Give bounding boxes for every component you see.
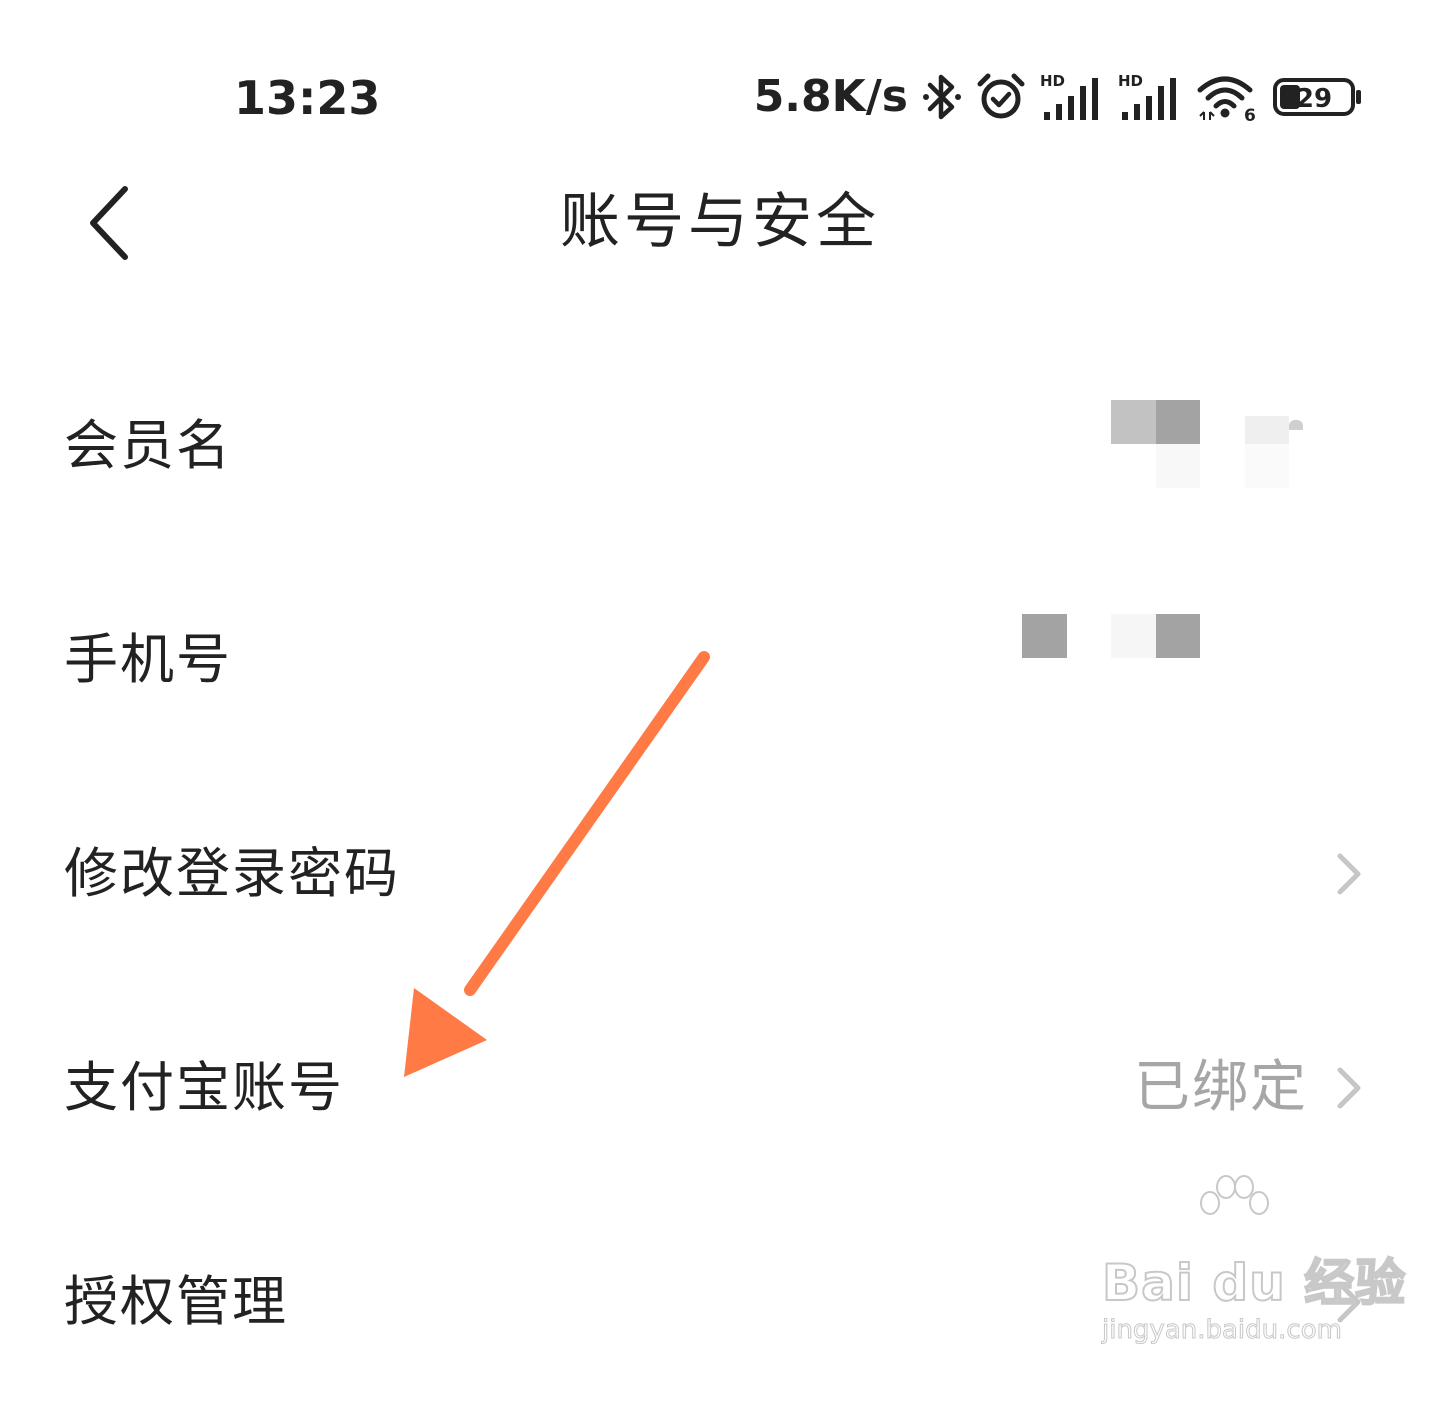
row-label: 会员名: [64, 414, 232, 477]
status-icons: 5.8K/s HD HD 6 29: [754, 66, 1364, 128]
battery-level: 29: [1296, 84, 1332, 114]
signal-hd-icon: HD: [1118, 72, 1176, 120]
wifi-6-label: 6: [1244, 106, 1256, 122]
settings-row-alipay-account[interactable]: 支付宝账号 已绑定: [0, 982, 1440, 1196]
row-label: 支付宝账号: [64, 1056, 344, 1119]
signal-hd-label: HD: [1040, 72, 1065, 90]
wifi-6-icon: 6: [1197, 76, 1256, 122]
settings-row-phone[interactable]: 手机号: [0, 554, 1440, 768]
chevron-right-icon: [1337, 853, 1361, 895]
alarm-icon: [977, 73, 1025, 119]
settings-row-member-name[interactable]: 会员名: [0, 340, 1440, 554]
alipay-status-value: 已绑定: [1134, 1055, 1308, 1120]
network-speed: 5.8K/s: [753, 71, 908, 122]
page-title: 账号与安全: [560, 187, 880, 257]
chevron-right-icon: [1337, 1281, 1361, 1323]
bluetooth-icon: [923, 74, 961, 120]
battery-icon: 29: [1273, 78, 1361, 116]
row-label: 手机号: [64, 628, 232, 691]
settings-list: 会员名 手机号 修改登录密码 支付宝账号 已绑定 授权管理: [0, 340, 1440, 1410]
signal-hd-icon: HD: [1040, 72, 1098, 120]
status-time: 13:23: [234, 71, 381, 125]
chevron-right-icon: [1337, 1067, 1361, 1109]
title-bar: 账号与安全: [0, 160, 1440, 290]
settings-row-change-password[interactable]: 修改登录密码: [0, 768, 1440, 982]
status-bar: 13:23 5.8K/s HD HD 6 29: [0, 0, 1440, 150]
row-label: 修改登录密码: [64, 842, 400, 905]
signal-hd-label: HD: [1118, 72, 1143, 90]
settings-row-authorization[interactable]: 授权管理: [0, 1196, 1440, 1410]
row-label: 授权管理: [64, 1270, 288, 1333]
